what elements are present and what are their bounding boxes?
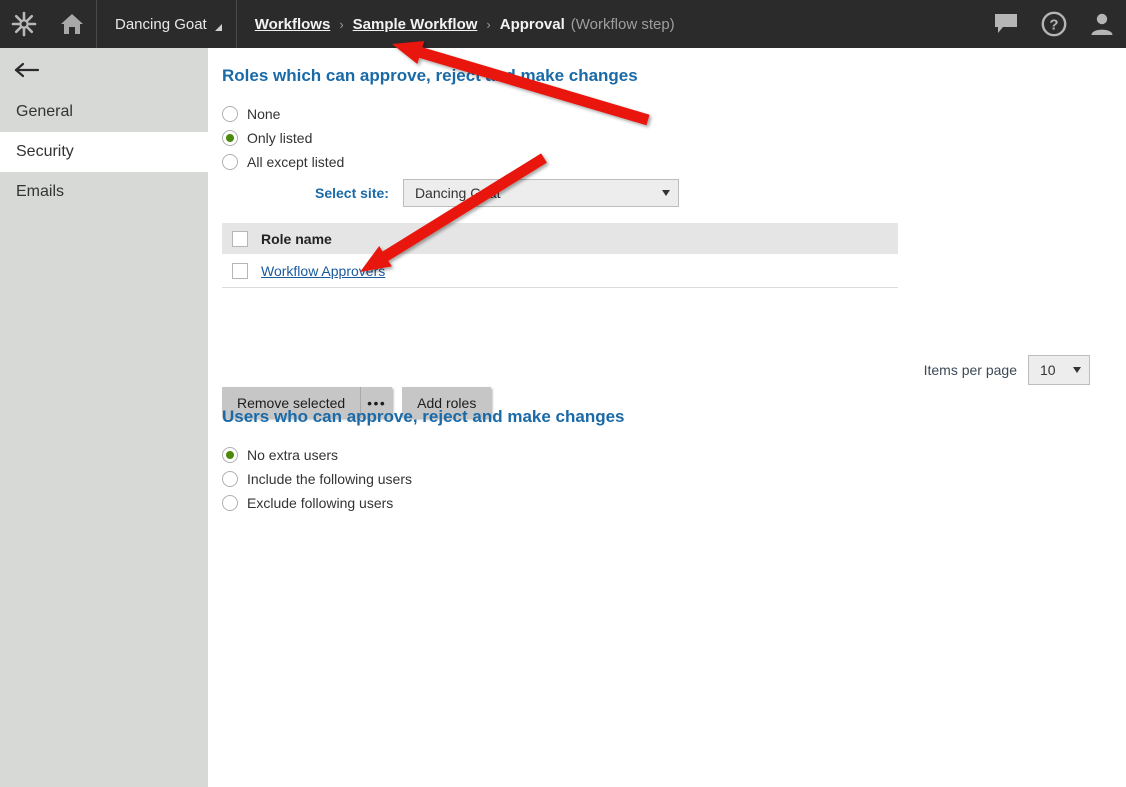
- comment-icon[interactable]: [982, 0, 1030, 48]
- sidebar-item-label-emails: Emails: [16, 183, 65, 200]
- breadcrumb-separator-1: ›: [339, 16, 344, 32]
- table-header-row: Role name: [222, 223, 898, 254]
- select-site-label: Select site:: [315, 185, 389, 201]
- breadcrumb-separator-2: ›: [486, 16, 491, 32]
- top-bar: Dancing Goat Workflows › Sample Workflow…: [0, 0, 1126, 48]
- chevron-down-icon: [1073, 367, 1081, 373]
- radio-users-no-extra[interactable]: No extra users: [222, 447, 338, 463]
- roles-table: Role name Workflow Approvers: [222, 223, 898, 288]
- select-all-checkbox[interactable]: [232, 230, 248, 247]
- select-site-row: Select site: Dancing Goat: [315, 179, 679, 207]
- radio-roles-only-listed[interactable]: Only listed: [222, 130, 312, 146]
- roles-section-title: Roles which can approve, reject and make…: [222, 66, 638, 85]
- radio-users-no-extra-label: No extra users: [247, 447, 339, 463]
- radio-users-exclude[interactable]: Exclude following users: [222, 495, 393, 511]
- sidebar-item-label-general: General: [16, 103, 73, 120]
- select-site-value: Dancing Goat: [414, 185, 501, 201]
- items-per-page-label: Items per page: [923, 362, 1017, 378]
- role-name-link[interactable]: Workflow Approvers: [261, 263, 385, 279]
- select-site-dropdown[interactable]: Dancing Goat: [402, 179, 679, 207]
- svg-text:?: ?: [1049, 17, 1058, 34]
- radio-roles-only-listed-indicator: [222, 130, 238, 146]
- users-section-title: Users who can approve, reject and make c…: [222, 407, 625, 426]
- help-icon[interactable]: ?: [1030, 0, 1078, 48]
- radio-roles-all-except-listed[interactable]: All except listed: [222, 154, 344, 170]
- kentico-asterisk-logo-icon[interactable]: [0, 0, 48, 48]
- radio-users-no-extra-indicator: [222, 447, 238, 463]
- radio-roles-all-except-listed-label: All except listed: [247, 154, 345, 170]
- sidebar-item-security[interactable]: Security: [0, 132, 208, 172]
- items-per-page-dropdown[interactable]: 10: [1028, 355, 1090, 385]
- radio-users-include-indicator: [222, 471, 238, 487]
- sidebar-item-general[interactable]: General: [0, 92, 208, 132]
- sidebar: General Security Emails: [0, 48, 208, 787]
- radio-roles-all-except-listed-indicator: [222, 154, 238, 170]
- breadcrumb-suffix: (Workflow step): [570, 15, 675, 33]
- radio-roles-none[interactable]: None: [222, 106, 280, 122]
- breadcrumb-item-approval: Approval: [499, 15, 565, 33]
- column-header-role-name: Role name: [261, 230, 332, 247]
- radio-users-exclude-indicator: [222, 495, 238, 511]
- topbar-actions: ?: [982, 0, 1126, 48]
- radio-users-include-label: Include the following users: [247, 471, 412, 487]
- site-selector[interactable]: Dancing Goat: [97, 0, 236, 48]
- table-row: Workflow Approvers: [222, 254, 898, 288]
- breadcrumb: Workflows › Sample Workflow › Approval (…: [237, 0, 675, 48]
- site-selector-label: Dancing Goat: [115, 15, 207, 33]
- breadcrumb-item-sample-workflow[interactable]: Sample Workflow: [353, 16, 478, 33]
- user-avatar-icon[interactable]: [1078, 0, 1126, 48]
- radio-roles-only-listed-label: Only listed: [247, 130, 313, 146]
- main-content: Roles which can approve, reject and make…: [208, 48, 1126, 787]
- items-per-page-value: 10: [1040, 362, 1056, 378]
- breadcrumb-item-workflows[interactable]: Workflows: [255, 16, 331, 33]
- back-arrow-icon[interactable]: [0, 48, 208, 92]
- radio-roles-none-indicator: [222, 106, 238, 122]
- radio-roles-none-label: None: [247, 106, 281, 122]
- items-per-page-control: Items per page 10: [924, 355, 1090, 385]
- radio-users-exclude-label: Exclude following users: [247, 495, 394, 511]
- sidebar-item-label-security: Security: [16, 143, 74, 160]
- chevron-down-icon: [661, 190, 670, 196]
- chevron-down-icon: [214, 23, 222, 31]
- home-icon[interactable]: [48, 0, 96, 48]
- row-checkbox[interactable]: [232, 262, 248, 279]
- radio-users-include[interactable]: Include the following users: [222, 471, 412, 487]
- sidebar-item-emails[interactable]: Emails: [0, 172, 208, 212]
